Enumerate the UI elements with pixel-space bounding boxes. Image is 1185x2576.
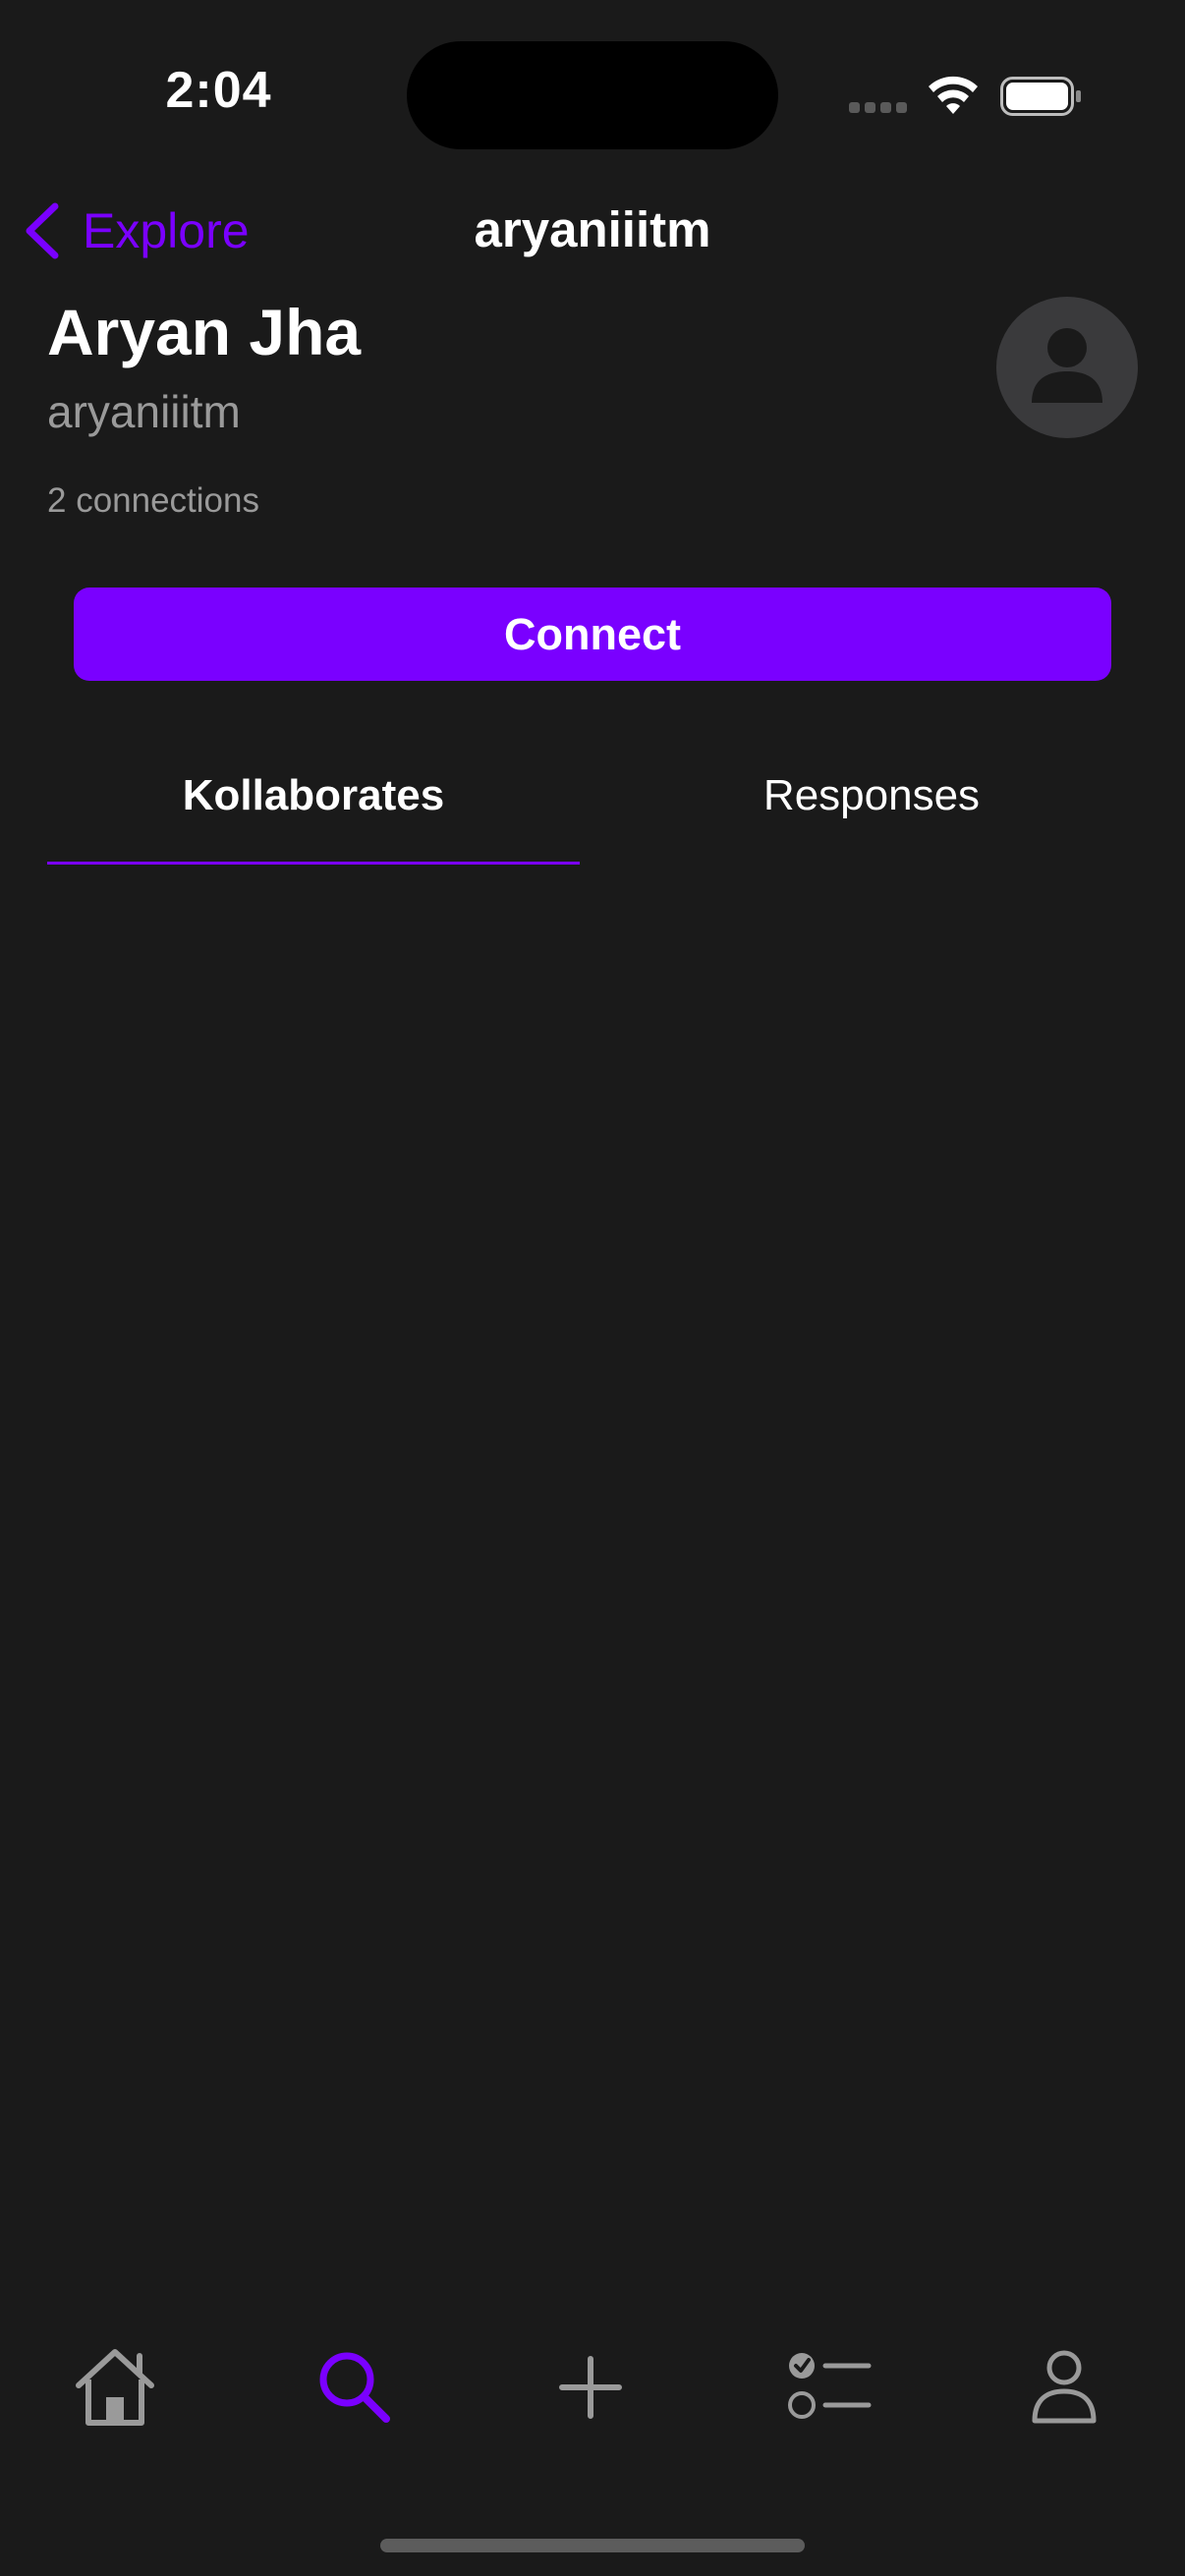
tabbar-search[interactable] [301, 2338, 409, 2436]
person-icon [1032, 328, 1102, 403]
connections-count[interactable]: 2 connections [47, 481, 259, 521]
home-icon [76, 2349, 154, 2426]
status-time: 2:04 [165, 62, 272, 119]
avatar [996, 297, 1138, 438]
chevron-left-icon [26, 202, 59, 259]
plus-icon [559, 2356, 622, 2419]
profile-username: aryaniiitm [47, 386, 241, 437]
tabbar-home[interactable] [61, 2338, 169, 2436]
profile-name: Aryan Jha [47, 296, 362, 368]
checklist-icon [788, 2353, 872, 2419]
dynamic-island [407, 41, 778, 149]
cellular-signal-icon [849, 102, 908, 116]
back-button[interactable]: Explore [22, 196, 250, 265]
tab-kollaborates[interactable]: Kollaborates [47, 756, 580, 835]
home-indicator[interactable] [380, 2539, 805, 2552]
tabbar-tasks[interactable] [776, 2338, 884, 2436]
tab-responses[interactable]: Responses [605, 756, 1138, 835]
page-title: aryaniiitm [474, 201, 711, 257]
search-icon [319, 2352, 390, 2423]
profile-icon [1032, 2350, 1097, 2424]
selected-tab-indicator [47, 862, 580, 865]
connect-button[interactable]: Connect [74, 588, 1111, 681]
tabbar-add[interactable] [536, 2338, 645, 2436]
back-button-label: Explore [83, 203, 250, 258]
wifi-icon [928, 75, 979, 116]
battery-icon [1000, 77, 1083, 116]
tabbar-profile[interactable] [1010, 2338, 1118, 2436]
